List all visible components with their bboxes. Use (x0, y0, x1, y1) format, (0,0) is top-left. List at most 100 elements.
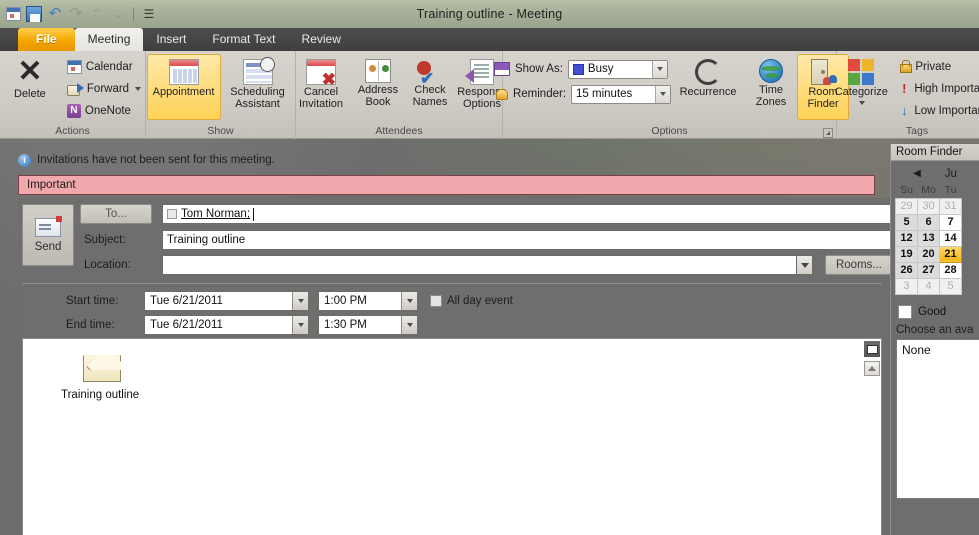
quick-access-toolbar[interactable]: ↶ ↷ ⌃ ⌄ ☰ (0, 4, 157, 24)
high-importance-button[interactable]: ! High Importance (893, 78, 979, 99)
attachment-label: Training outline (61, 389, 139, 401)
end-time-input[interactable]: 1:30 PM (318, 315, 418, 335)
end-date-input[interactable]: Tue 6/21/2011 (144, 315, 309, 335)
all-day-checkbox-box[interactable] (430, 295, 442, 307)
previous-item-icon[interactable]: ⌃ (89, 6, 105, 22)
calendar-day[interactable]: 20 (918, 246, 940, 262)
send-button[interactable]: Send (22, 204, 74, 266)
delete-button[interactable]: ✕ Delete (0, 54, 61, 120)
onenote-button[interactable]: N OneNote (62, 100, 146, 121)
text-cursor (253, 208, 254, 221)
calendar-day[interactable]: 4 (918, 278, 940, 294)
end-time-dropdown-icon[interactable] (401, 316, 417, 334)
recurrence-label: Recurrence (672, 87, 744, 99)
meeting-body[interactable]: Training outline (22, 338, 882, 535)
show-as-label: Show As: (515, 63, 563, 75)
calendar-day[interactable]: 7 (940, 214, 962, 230)
next-item-icon[interactable]: ⌄ (110, 6, 126, 22)
categorize-button[interactable]: Categorize (830, 54, 892, 120)
tab-file[interactable]: File (18, 28, 75, 51)
low-importance-button[interactable]: ↓ Low Importance (893, 100, 979, 121)
room-finder-month-nav: ◀ Ju (891, 161, 979, 183)
available-rooms-list[interactable]: None (896, 339, 979, 499)
check-names-button[interactable]: Check Names (404, 54, 456, 120)
recipient-chip[interactable]: Tom Norman; (167, 208, 250, 220)
all-day-event-checkbox[interactable]: All day event (430, 295, 513, 307)
calendar-day-selected[interactable]: 21 (940, 246, 962, 262)
tab-meeting[interactable]: Meeting (75, 28, 144, 51)
subject-row: Subject: Training outline (80, 230, 892, 250)
info-bar: i Invitations have not been sent for thi… (18, 148, 875, 172)
ribbon-group-tags: Categorize Private ! High Importance ↓ L… (837, 51, 979, 139)
room-finder-calendar[interactable]: Su Mo Tu 29 30 31 5 6 7 (891, 183, 979, 295)
recurrence-button[interactable]: Recurrence (671, 54, 745, 120)
subject-value: Training outline (167, 234, 245, 246)
scheduling-assistant-button[interactable]: Scheduling Assistant (221, 54, 295, 120)
legend-good-label: Good (918, 306, 946, 318)
calendar-week-row: 19 20 21 (896, 246, 962, 262)
calendar-day[interactable]: 5 (940, 278, 962, 294)
scheduling-assistant-label: Scheduling Assistant (222, 87, 294, 110)
calendar-day[interactable]: 31 (940, 198, 962, 214)
show-as-select[interactable]: Busy (568, 60, 668, 79)
low-importance-label: Low Importance (914, 105, 979, 117)
chevron-down-icon[interactable] (655, 86, 670, 103)
calendar-icon[interactable] (6, 7, 21, 21)
save-icon[interactable] (26, 6, 42, 22)
reminder-label: Reminder: (513, 88, 566, 100)
ribbon-group-actions: ✕ Delete Calendar Forward N On (0, 51, 146, 139)
chevron-down-icon[interactable] (652, 61, 667, 78)
location-input[interactable] (162, 255, 797, 275)
to-input[interactable]: Tom Norman; (162, 204, 892, 224)
calendar-day[interactable]: 13 (918, 230, 940, 246)
redo-icon[interactable]: ↷ (68, 6, 84, 22)
scroll-up-button[interactable] (864, 361, 880, 376)
calendar-day[interactable]: 12 (896, 230, 918, 246)
start-time-dropdown-icon[interactable] (401, 292, 417, 310)
calendar-day[interactable]: 5 (896, 214, 918, 230)
list-item[interactable]: None (902, 343, 979, 357)
calendar-day[interactable]: 28 (940, 262, 962, 278)
calendar-day[interactable]: 19 (896, 246, 918, 262)
options-dialog-launcher-icon[interactable] (823, 128, 833, 138)
start-date-dropdown-icon[interactable] (292, 292, 308, 310)
cancel-invitation-button[interactable]: Cancel Invitation (290, 54, 352, 120)
undo-icon[interactable]: ↶ (47, 6, 63, 22)
check-names-icon (416, 59, 444, 83)
appointment-button[interactable]: Appointment (147, 54, 221, 120)
calendar-day[interactable]: 14 (940, 230, 962, 246)
previous-month-icon[interactable]: ◀ (913, 168, 921, 179)
to-button[interactable]: To... (80, 204, 152, 224)
weekday-tu: Tu (940, 183, 962, 198)
outlook-meeting-window: ↶ ↷ ⌃ ⌄ ☰ Training outline - Meeting Fil… (0, 0, 979, 535)
calendar-day[interactable]: 6 (918, 214, 940, 230)
start-date-input[interactable]: Tue 6/21/2011 (144, 291, 309, 311)
customize-qat-icon[interactable]: ☰ (141, 6, 157, 22)
calendar-week-row: 12 13 14 (896, 230, 962, 246)
body-tool-button[interactable] (864, 341, 880, 357)
calendar-button[interactable]: Calendar (62, 56, 146, 77)
time-zones-button[interactable]: Time Zones (745, 54, 797, 120)
calendar-day[interactable]: 27 (918, 262, 940, 278)
reminder-select[interactable]: 15 minutes (571, 85, 671, 104)
calendar-day[interactable]: 3 (896, 278, 918, 294)
calendar-day[interactable]: 29 (896, 198, 918, 214)
tab-review[interactable]: Review (289, 28, 354, 51)
address-book-button[interactable]: Address Book (352, 54, 404, 120)
tab-format-text[interactable]: Format Text (199, 28, 288, 51)
forward-button[interactable]: Forward (62, 78, 146, 99)
rooms-button[interactable]: Rooms... (825, 255, 893, 275)
private-button[interactable]: Private (893, 56, 979, 77)
calendar-day[interactable]: 30 (918, 198, 940, 214)
calendar-day[interactable]: 26 (896, 262, 918, 278)
chevron-down-icon (135, 87, 141, 91)
start-time-input[interactable]: 1:00 PM (318, 291, 418, 311)
subject-input[interactable]: Training outline (162, 230, 892, 250)
scheduling-assistant-icon (243, 59, 273, 85)
end-date-dropdown-icon[interactable] (292, 316, 308, 334)
important-bar[interactable]: Important (18, 175, 875, 195)
tab-insert[interactable]: Insert (143, 28, 199, 51)
location-dropdown-button[interactable] (796, 255, 813, 275)
calendar-week-row: 29 30 31 (896, 198, 962, 214)
attachment-item[interactable]: Training outline (61, 355, 171, 401)
